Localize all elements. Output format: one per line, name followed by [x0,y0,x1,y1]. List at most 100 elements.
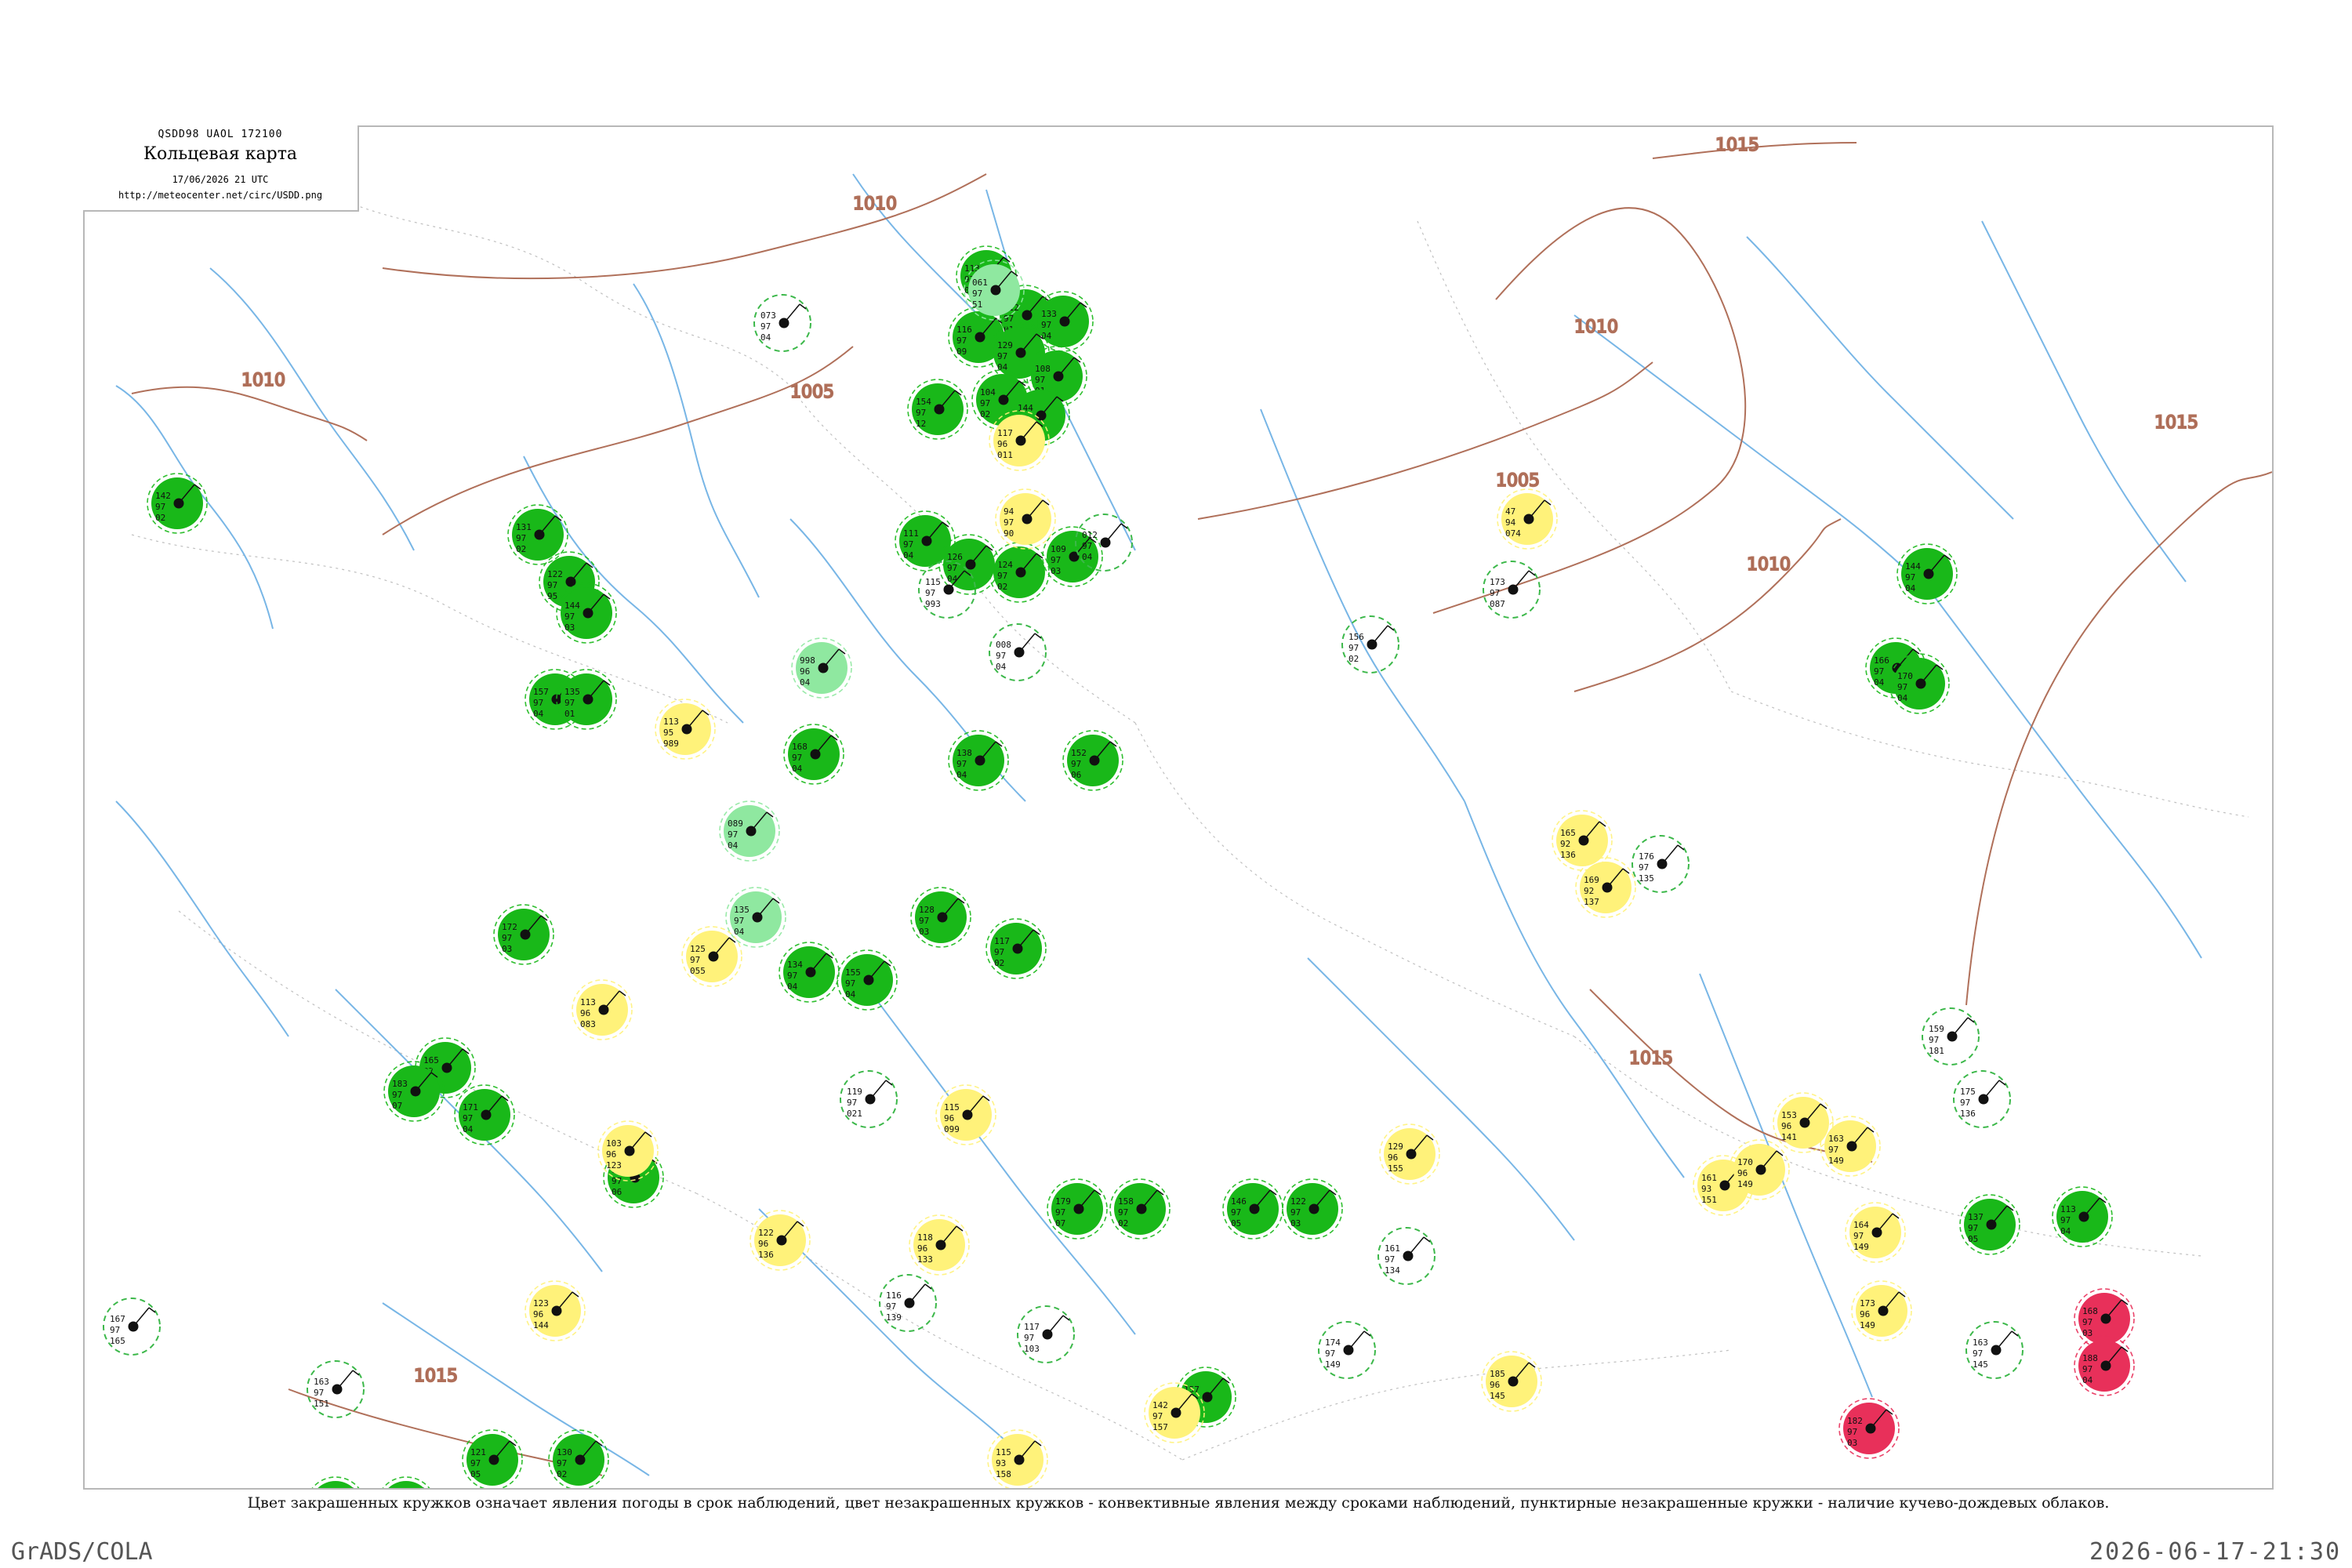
station-value: 108 [1035,364,1051,374]
station-value: 04 [728,840,739,851]
station-shower: 0899704 [719,800,780,862]
station-rain: 1719704 [454,1084,515,1145]
station-value: 149 [1860,1320,1875,1330]
station-value: 96 [917,1243,927,1254]
station-value: 116 [956,325,972,335]
station-value: 021 [847,1109,862,1119]
station-value: 04 [947,574,958,584]
station-outline: 17397087 [1483,561,1541,619]
station-value: 03 [1847,1438,1857,1448]
station-value: 161 [1385,1243,1400,1254]
station-value: 97 [1639,862,1649,873]
station-value: 04 [734,927,745,937]
station-value: 168 [2082,1306,2098,1316]
map-legend: QSDD98 UAOL 172100 Кольцевая карта 17/06… [83,125,359,212]
station-value: 05 [470,1469,481,1479]
station-value: 04 [792,764,803,774]
station-value: 113 [2060,1204,2076,1214]
station-value: 136 [758,1250,774,1260]
station-rain: 1309702 [548,1429,609,1488]
station-value: 97 [728,829,738,840]
station-value: 135 [1639,873,1654,884]
station-value: 135 [734,905,750,915]
station-value: 96 [1860,1309,1870,1319]
station-value: 97 [690,955,700,965]
station-value: 173 [1860,1298,1875,1308]
station-value: 97 [1960,1098,1970,1108]
station-value: 04 [787,982,798,992]
station-value: 97 [980,398,990,408]
station-rain: 1179702 [985,918,1047,979]
station-fog: 949790 [995,488,1056,550]
station-value: 144 [533,1320,549,1330]
station-value: 115 [944,1102,960,1112]
isobars: 1010 1005 1010 1005 1010 1015 1010 1015 1015 1015 [131,135,2272,1476]
station-value: 96 [944,1113,954,1123]
station-value: 156 [1348,632,1364,642]
station-value: 97 [2060,1215,2071,1225]
station-value: 97 [1490,588,1500,598]
station-fog: 11596099 [935,1084,996,1145]
station-value: 117 [1024,1322,1040,1332]
station-value: 115 [925,577,941,587]
station-outline: 15997181 [1922,1007,1980,1065]
station-value: 02 [980,409,990,419]
station-value: 07 [1055,1218,1065,1229]
station-value: 073 [760,310,776,321]
station-thunder: 1829703 [1838,1398,1900,1459]
station-value: 97 [994,947,1004,957]
station-value: 97 [110,1325,120,1335]
station-value: 97 [997,351,1007,361]
isobar-label: 1015 [414,1367,458,1386]
station-value: 97 [792,753,802,763]
station-value: 03 [564,622,575,633]
station-value: 137 [1968,1212,1984,1222]
station-value: 03 [919,927,929,937]
station-value: 97 [916,408,926,418]
station-rain: 1529706 [1062,730,1123,791]
station-value: 97 [1325,1348,1335,1359]
station-value: 97 [1041,320,1051,330]
station-value: 97 [1348,643,1359,653]
station-value: 122 [1290,1196,1306,1207]
station-value: 115 [996,1447,1011,1457]
station-value: 94 [1505,517,1516,528]
station-value: 97 [564,612,575,622]
station-value: 97 [516,533,526,543]
station-value: 97 [956,336,967,346]
station-fog: 4794074 [1497,488,1558,550]
station-value: 183 [392,1079,408,1089]
station-fog: 18596145 [1481,1351,1542,1412]
station-value: 169 [1584,875,1599,885]
station-value: 04 [996,662,1007,672]
station-fog: 11395989 [655,699,716,760]
station-value: 055 [690,966,706,976]
station-value: 97 [502,933,512,943]
station-value: 97 [1905,572,1915,583]
station-value: 165 [110,1336,125,1346]
map-title: Кольцевая карта [143,144,297,164]
weather-stations: 1429702131970212297951449703113970211297… [103,245,2135,1488]
map-date: 17/06/2026 21 UTC [172,174,269,185]
station-value: 125 [690,944,706,954]
station-value: 113 [580,997,596,1007]
station-value: 96 [758,1239,768,1249]
station-value: 155 [845,967,861,978]
station-value: 05 [1968,1234,1978,1244]
station-fog: 16592136 [1552,810,1613,871]
station-value: 154 [916,397,931,407]
station-value: 97 [1071,759,1081,769]
station-value: 03 [1051,566,1061,576]
station-fog: 16992137 [1575,857,1636,918]
station-value: 97 [760,321,771,332]
station-rain: 1389704 [948,730,1009,791]
station-value: 03 [2082,1328,2092,1338]
station-outline: 0089704 [989,623,1047,681]
station-value: 97 [1929,1035,1939,1045]
station-value: 97 [1847,1427,1857,1437]
station-value: 94 [1004,506,1014,517]
region-borders [131,189,2249,1461]
station-value: 142 [1152,1400,1168,1410]
station-value: 103 [606,1138,622,1149]
station-fog: 11593158 [987,1429,1048,1488]
